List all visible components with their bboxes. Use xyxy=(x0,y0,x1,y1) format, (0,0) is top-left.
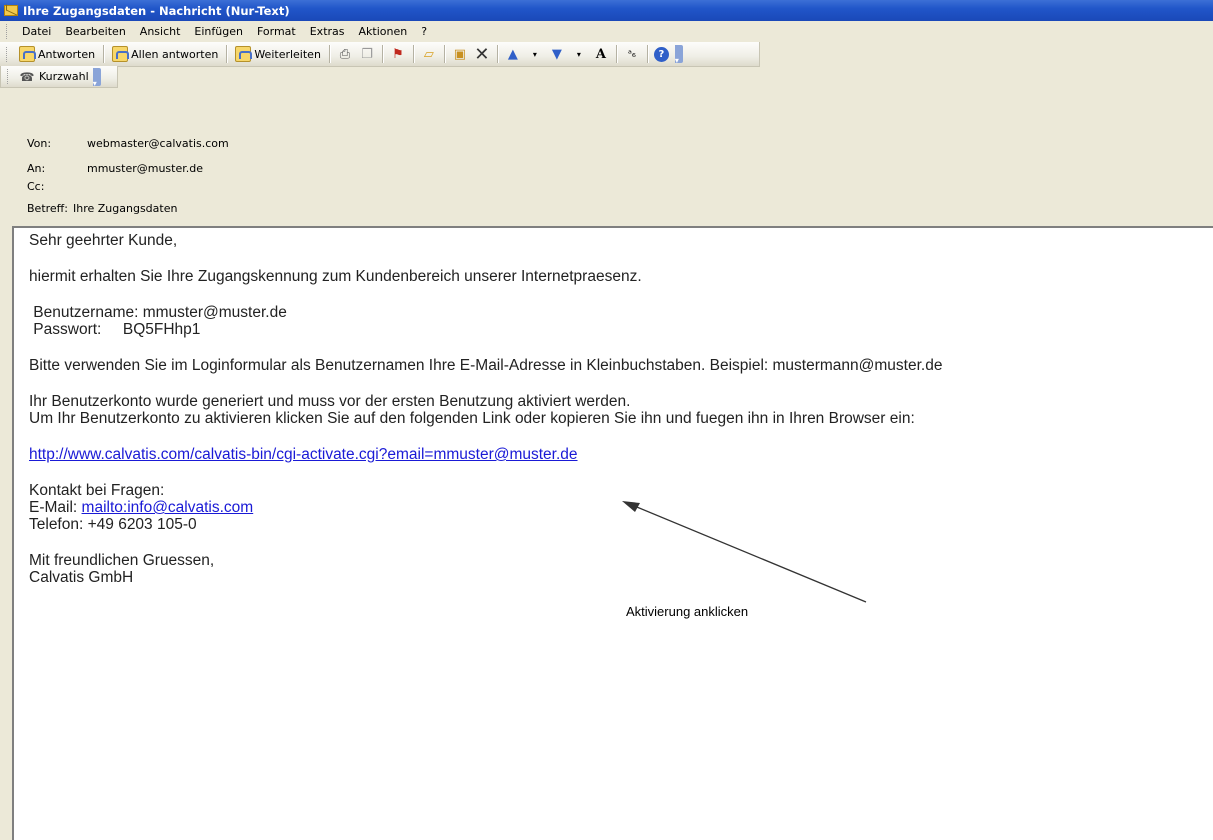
toolbar-separator xyxy=(103,45,105,63)
categorize-icon[interactable]: ▣ xyxy=(451,45,469,63)
contact-heading: Kontakt bei Fragen: xyxy=(29,482,165,499)
hint-text: Bitte verwenden Sie im Loginformular als… xyxy=(29,357,943,374)
toolbar: Antworten Allen antworten Weiterleiten ⎙… xyxy=(0,42,760,88)
signature: Calvatis GmbH xyxy=(29,569,134,586)
toolbar-overflow-button[interactable] xyxy=(674,45,683,65)
toolbar-separator xyxy=(646,45,648,63)
help-icon[interactable]: ? xyxy=(653,46,669,62)
menu-bearbeiten[interactable]: Bearbeiten xyxy=(58,25,132,38)
from-row: Von: webmaster@calvatis.com xyxy=(27,137,229,150)
contact-email-line: E-Mail: mailto:info@calvatis.com xyxy=(29,499,942,516)
flag-icon[interactable]: ⚑ xyxy=(389,45,407,63)
toolbar-separator xyxy=(226,45,228,63)
reply-label: Antworten xyxy=(38,47,96,61)
from-value[interactable]: webmaster@calvatis.com xyxy=(87,137,229,150)
cc-row: Cc: xyxy=(27,180,87,193)
next-item-icon[interactable]: ▼ xyxy=(548,45,566,63)
reply-all-button[interactable]: Allen antworten xyxy=(108,43,222,65)
standard-toolbar: Antworten Allen antworten Weiterleiten ⎙… xyxy=(0,42,760,67)
reply-all-icon xyxy=(112,46,130,62)
menu-ansicht[interactable]: Ansicht xyxy=(133,25,188,38)
toolbar-separator xyxy=(443,45,445,63)
copy-icon[interactable]: ❐ xyxy=(358,45,376,63)
greeting: Sehr geehrter Kunde, xyxy=(29,232,178,249)
print-icon[interactable]: ⎙ xyxy=(336,45,354,63)
menu-format[interactable]: Format xyxy=(250,25,303,38)
message-body[interactable]: Sehr geehrter Kunde, hiermit erhalten Si… xyxy=(12,226,1213,840)
username-line: Benutzername: mmuster@muster.de xyxy=(29,304,287,321)
message-text: Sehr geehrter Kunde, hiermit erhalten Si… xyxy=(29,232,942,586)
activation-text-1: Ihr Benutzerkonto wurde generiert und mu… xyxy=(29,393,631,410)
toolbar-separator xyxy=(381,45,383,63)
email-prefix: E-Mail: xyxy=(29,499,82,516)
to-label: An: xyxy=(27,162,46,175)
menu-datei[interactable]: Datei xyxy=(15,25,58,38)
forward-button[interactable]: Weiterleiten xyxy=(231,43,325,65)
menu-aktionen[interactable]: Aktionen xyxy=(352,25,415,38)
closing: Mit freundlichen Gruessen, xyxy=(29,552,215,569)
encoding-icon[interactable]: ᵃ₆ xyxy=(623,45,641,63)
quickstep-toolbar: ☎ Kurzwahl xyxy=(0,66,118,88)
subject-value: Ihre Zugangsdaten xyxy=(73,202,178,215)
menu-bar: Datei Bearbeiten Ansicht Einfügen Format… xyxy=(0,21,1213,42)
menu-extras[interactable]: Extras xyxy=(303,25,352,38)
contact-phone: Telefon: +49 6203 105-0 xyxy=(29,516,197,533)
toolbar-separator xyxy=(328,45,330,63)
contact-email-link[interactable]: mailto:info@calvatis.com xyxy=(82,499,254,516)
menu-help[interactable]: ? xyxy=(414,25,434,38)
toolbar-separator xyxy=(496,45,498,63)
menu-einfuegen[interactable]: Einfügen xyxy=(187,25,250,38)
annotation-label: Aktivierung anklicken xyxy=(626,604,749,619)
subject-label: Betreff: xyxy=(27,202,68,215)
to-row: An: mmuster@muster.de xyxy=(27,162,203,175)
forward-icon xyxy=(235,46,253,62)
intro-text: hiermit erhalten Sie Ihre Zugangskennung… xyxy=(29,268,642,285)
previous-dropdown-icon[interactable]: ▾ xyxy=(526,45,544,63)
toolbar-grip xyxy=(7,69,10,84)
from-label: Von: xyxy=(27,137,52,150)
reply-button[interactable]: Antworten xyxy=(15,43,99,65)
phone-icon: ☎ xyxy=(19,69,35,84)
password-line: Passwort: BQ5FHhp1 xyxy=(29,321,201,338)
envelope-icon xyxy=(4,5,18,16)
reply-icon xyxy=(19,46,36,62)
window-title: Ihre Zugangsdaten - Nachricht (Nur-Text) xyxy=(23,3,290,18)
reply-all-label: Allen antworten xyxy=(131,47,219,61)
subject-row: Betreff: Ihre Zugangsdaten xyxy=(27,202,177,215)
previous-item-icon[interactable]: ▲ xyxy=(504,45,522,63)
quickstep-button[interactable]: ☎ Kurzwahl xyxy=(16,66,91,88)
to-value[interactable]: mmuster@muster.de xyxy=(87,162,203,175)
cc-label: Cc: xyxy=(27,180,45,193)
delete-icon[interactable]: ✕ xyxy=(473,44,491,65)
menu-grip xyxy=(6,24,9,39)
next-dropdown-icon[interactable]: ▾ xyxy=(570,45,588,63)
activation-text-2: Um Ihr Benutzerkonto zu aktivieren klick… xyxy=(29,410,915,427)
font-size-icon[interactable]: A xyxy=(592,45,610,63)
move-to-folder-icon[interactable]: ▱ xyxy=(420,45,438,63)
quickstep-label: Kurzwahl xyxy=(39,70,89,83)
title-bar: Ihre Zugangsdaten - Nachricht (Nur-Text) xyxy=(0,0,1213,21)
quickstep-overflow-button[interactable] xyxy=(92,67,101,88)
message-header: Von: webmaster@calvatis.com An: mmuster@… xyxy=(0,118,1213,226)
toolbar-grip xyxy=(6,46,9,62)
toolbar-separator xyxy=(412,45,414,63)
activation-link[interactable]: http://www.calvatis.com/calvatis-bin/cgi… xyxy=(29,446,578,463)
toolbar-separator xyxy=(615,45,617,63)
forward-label: Weiterleiten xyxy=(254,47,321,61)
